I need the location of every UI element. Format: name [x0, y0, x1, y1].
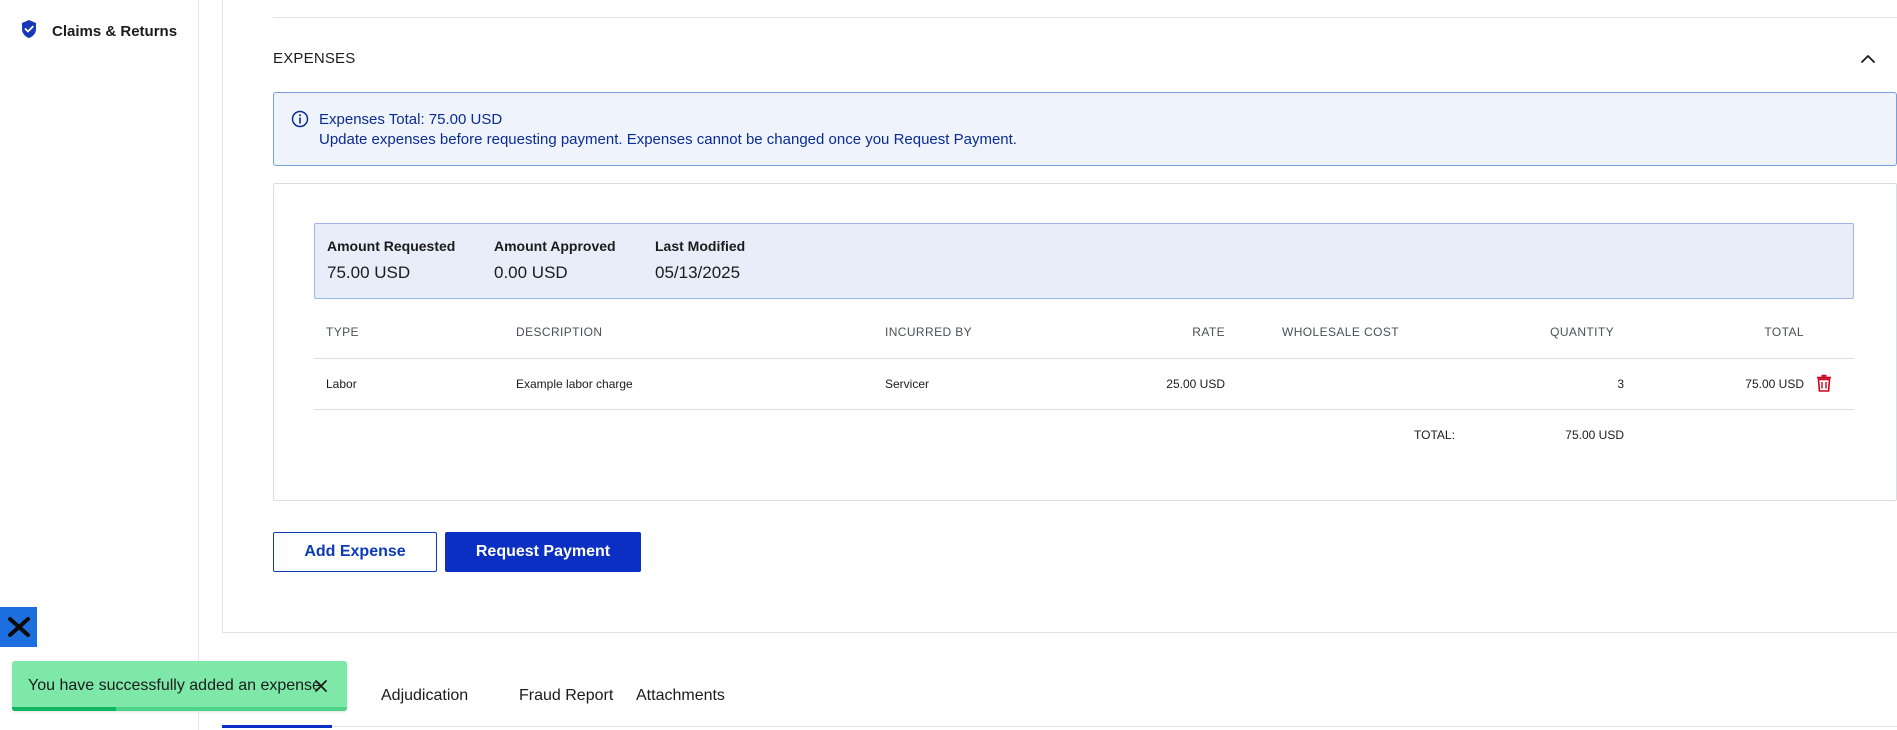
x-logo-icon[interactable] — [0, 607, 37, 647]
claim-panel: EXPENSES Expenses Total: 75.00 USD Updat… — [222, 0, 1897, 633]
cell-description: Example labor charge — [516, 377, 633, 391]
cell-incurred-by: Servicer — [885, 377, 930, 391]
expenses-card: Amount Requested 75.00 USD Amount Approv… — [273, 183, 1897, 501]
toast-message: You have successfully added an expense — [28, 677, 321, 694]
shield-check-icon — [20, 19, 38, 44]
column-header-wholesale-cost: WHOLESALE COST — [1282, 325, 1399, 339]
main-content: EXPENSES Expenses Total: 75.00 USD Updat… — [198, 0, 1897, 730]
expenses-info-alert: Expenses Total: 75.00 USD Update expense… — [273, 92, 1897, 166]
column-header-rate: RATE — [1192, 325, 1225, 339]
column-header-total: TOTAL — [1764, 325, 1804, 339]
amount-approved-value: 0.00 USD — [494, 263, 568, 282]
amount-approved-label: Amount Approved — [494, 238, 616, 254]
table-row: Labor Example labor charge Servicer 25.0… — [314, 358, 1854, 410]
success-toast: You have successfully added an expense — [12, 661, 347, 711]
expenses-table-footer: TOTAL: 75.00 USD — [314, 409, 1854, 459]
toast-progress-bar — [12, 707, 116, 711]
last-modified-value: 05/13/2025 — [655, 263, 741, 282]
last-modified: Last Modified 05/13/2025 — [655, 238, 745, 283]
column-header-type: TYPE — [326, 325, 359, 339]
expense-summary: Amount Requested 75.00 USD Amount Approv… — [314, 223, 1854, 299]
info-icon — [291, 110, 309, 133]
cell-type: Labor — [326, 377, 357, 391]
sidebar-item-claims-returns[interactable]: Claims & Returns — [20, 19, 177, 44]
column-header-description: DESCRIPTION — [516, 325, 603, 339]
claim-tabs: Adjudication Fraud Report Attachments — [222, 656, 1897, 728]
amount-requested-label: Amount Requested — [327, 238, 456, 254]
chevron-up-icon[interactable] — [1858, 49, 1878, 69]
request-payment-button[interactable]: Request Payment — [445, 532, 641, 572]
amount-requested-value: 75.00 USD — [327, 263, 411, 282]
add-expense-button[interactable]: Add Expense — [273, 532, 437, 572]
active-tab-indicator — [222, 725, 332, 728]
close-icon[interactable] — [312, 677, 330, 700]
tab-adjudication[interactable]: Adjudication — [381, 687, 468, 705]
expenses-warning-text: Update expenses before requesting paymen… — [319, 131, 1017, 148]
tab-attachments[interactable]: Attachments — [636, 687, 725, 705]
column-header-quantity: QUANTITY — [1550, 325, 1614, 339]
sidebar: Claims & Returns — [0, 0, 199, 730]
cell-quantity: 3 — [1617, 377, 1624, 391]
section-title-expenses: EXPENSES — [273, 50, 356, 67]
divider — [273, 17, 1897, 18]
tab-fraud-report[interactable]: Fraud Report — [519, 687, 613, 705]
last-modified-label: Last Modified — [655, 238, 746, 254]
expenses-total-text: Expenses Total: 75.00 USD — [319, 111, 503, 128]
cell-total: 75.00 USD — [1745, 377, 1804, 391]
footer-total-value: 75.00 USD — [1565, 428, 1624, 442]
column-header-incurred-by: INCURRED BY — [885, 325, 973, 339]
sidebar-item-label: Claims & Returns — [52, 23, 178, 40]
amount-requested: Amount Requested 75.00 USD — [327, 238, 455, 283]
amount-approved: Amount Approved 0.00 USD — [494, 238, 616, 283]
footer-total-label: TOTAL: — [1414, 428, 1455, 442]
expenses-table-header: TYPE DESCRIPTION INCURRED BY RATE WHOLES… — [314, 302, 1854, 359]
cell-rate: 25.00 USD — [1166, 377, 1225, 391]
trash-icon[interactable] — [1816, 374, 1832, 397]
